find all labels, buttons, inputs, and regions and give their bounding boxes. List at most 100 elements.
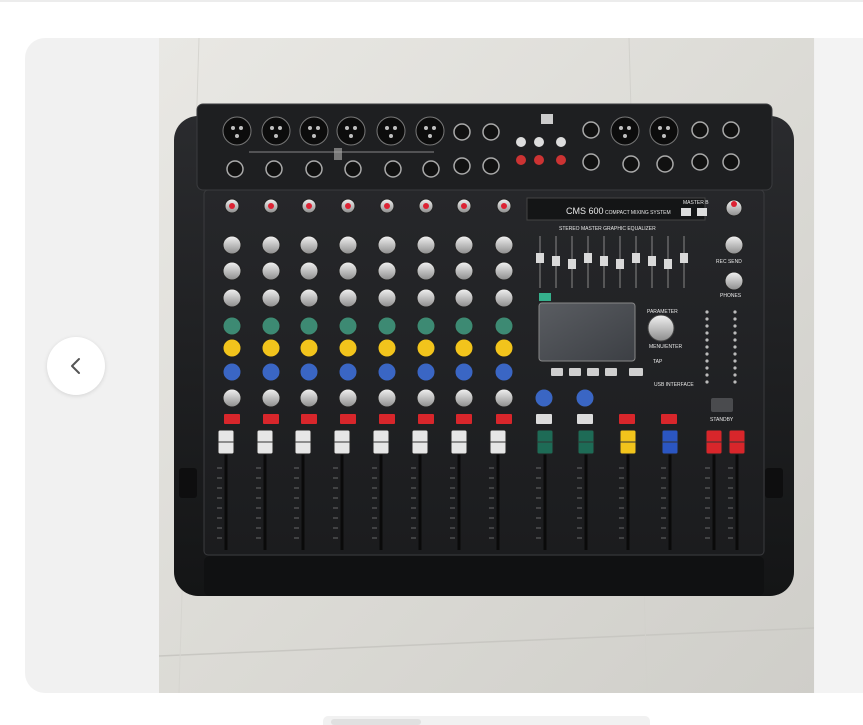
fx-knob[interactable]	[222, 316, 242, 336]
aux-knob[interactable]	[454, 338, 474, 358]
fx-return-knob[interactable]	[534, 388, 554, 408]
standby-button[interactable]	[711, 398, 733, 412]
eq-knob[interactable]	[494, 261, 514, 281]
previous-image-button[interactable]	[47, 337, 105, 395]
gain-cap	[461, 203, 467, 209]
pan-knob[interactable]	[261, 388, 281, 408]
aux-knob[interactable]	[222, 338, 242, 358]
pan-knob[interactable]	[338, 388, 358, 408]
fx-button[interactable]	[577, 414, 593, 424]
aux-knob[interactable]	[377, 338, 397, 358]
eq-slider-knob[interactable]	[552, 256, 560, 266]
gain-cap	[423, 203, 429, 209]
eq-slider-knob[interactable]	[600, 256, 608, 266]
mute-button[interactable]	[456, 414, 472, 424]
eq-knob[interactable]	[299, 261, 319, 281]
eq-slider-knob[interactable]	[680, 253, 688, 263]
fx-knob[interactable]	[416, 316, 436, 336]
eq-knob[interactable]	[299, 288, 319, 308]
eq-knob[interactable]	[377, 261, 397, 281]
fx-return-knob[interactable]	[575, 388, 595, 408]
fader-track	[584, 450, 588, 550]
aux-knob[interactable]	[494, 338, 514, 358]
product-photo[interactable]: CMS 600 COMPACT MIXING SYSTEM STEREO MAS…	[159, 38, 814, 693]
mon-knob[interactable]	[261, 362, 281, 382]
eq-knob[interactable]	[416, 288, 436, 308]
meter-led	[705, 331, 709, 335]
eq-knob[interactable]	[377, 288, 397, 308]
mute-button[interactable]	[496, 414, 512, 424]
mute-button[interactable]	[379, 414, 395, 424]
eq-knob[interactable]	[416, 235, 436, 255]
eq-knob[interactable]	[261, 288, 281, 308]
eq-slider-knob[interactable]	[664, 259, 672, 269]
pan-knob[interactable]	[222, 388, 242, 408]
eq-knob[interactable]	[494, 235, 514, 255]
pagination-indicator[interactable]	[331, 719, 421, 725]
pan-knob[interactable]	[299, 388, 319, 408]
aux-knob[interactable]	[338, 338, 358, 358]
eq-knob[interactable]	[494, 288, 514, 308]
fx-knob[interactable]	[261, 316, 281, 336]
eq-knob[interactable]	[338, 261, 358, 281]
eq-knob[interactable]	[416, 261, 436, 281]
eq-knob[interactable]	[222, 235, 242, 255]
mon-knob[interactable]	[299, 362, 319, 382]
mute-button[interactable]	[619, 414, 635, 424]
fx-knob[interactable]	[299, 316, 319, 336]
mute-button[interactable]	[418, 414, 434, 424]
eq-knob[interactable]	[261, 261, 281, 281]
aux-knob[interactable]	[299, 338, 319, 358]
eq-knob[interactable]	[222, 261, 242, 281]
pan-knob[interactable]	[416, 388, 436, 408]
meter-led	[733, 338, 737, 342]
eq-slider-knob[interactable]	[632, 253, 640, 263]
eq-knob[interactable]	[377, 235, 397, 255]
mute-button[interactable]	[224, 414, 240, 424]
pan-knob[interactable]	[377, 388, 397, 408]
eq-knob[interactable]	[454, 235, 474, 255]
mute-button[interactable]	[661, 414, 677, 424]
eq-knob[interactable]	[454, 288, 474, 308]
eq-knob[interactable]	[299, 235, 319, 255]
top-divider	[0, 0, 863, 2]
aux-knob[interactable]	[261, 338, 281, 358]
eq-knob[interactable]	[338, 235, 358, 255]
fader-track	[457, 450, 461, 550]
mon-knob[interactable]	[377, 362, 397, 382]
mon-knob[interactable]	[338, 362, 358, 382]
phones-label: PHONES	[720, 293, 742, 299]
tap-label: TAP	[653, 359, 663, 365]
aux-knob[interactable]	[416, 338, 436, 358]
eq-slider-knob[interactable]	[568, 259, 576, 269]
mon-knob[interactable]	[454, 362, 474, 382]
meter-led	[733, 324, 737, 328]
eq-knob[interactable]	[222, 288, 242, 308]
mon-knob[interactable]	[494, 362, 514, 382]
eq-knob[interactable]	[261, 235, 281, 255]
gain-cap	[384, 203, 390, 209]
fx-knob[interactable]	[494, 316, 514, 336]
eq-slider-knob[interactable]	[648, 256, 656, 266]
fx-knob[interactable]	[454, 316, 474, 336]
fx-knob[interactable]	[377, 316, 397, 336]
eq-knob[interactable]	[338, 288, 358, 308]
next-image-peek[interactable]	[815, 38, 863, 693]
eq-knob[interactable]	[454, 261, 474, 281]
pan-knob[interactable]	[494, 388, 514, 408]
eq-slider-knob[interactable]	[616, 259, 624, 269]
mute-button[interactable]	[340, 414, 356, 424]
eq-slider-knob[interactable]	[536, 253, 544, 263]
meter-led	[705, 317, 709, 321]
meter-led	[705, 366, 709, 370]
rec-send-label: REC SEND	[716, 259, 742, 265]
fx-button[interactable]	[536, 414, 552, 424]
eq-slider-knob[interactable]	[584, 253, 592, 263]
mon-knob[interactable]	[416, 362, 436, 382]
mute-button[interactable]	[263, 414, 279, 424]
mon-knob[interactable]	[222, 362, 242, 382]
fx-knob[interactable]	[338, 316, 358, 336]
mute-button[interactable]	[301, 414, 317, 424]
parameter-knob[interactable]	[647, 314, 675, 342]
pan-knob[interactable]	[454, 388, 474, 408]
